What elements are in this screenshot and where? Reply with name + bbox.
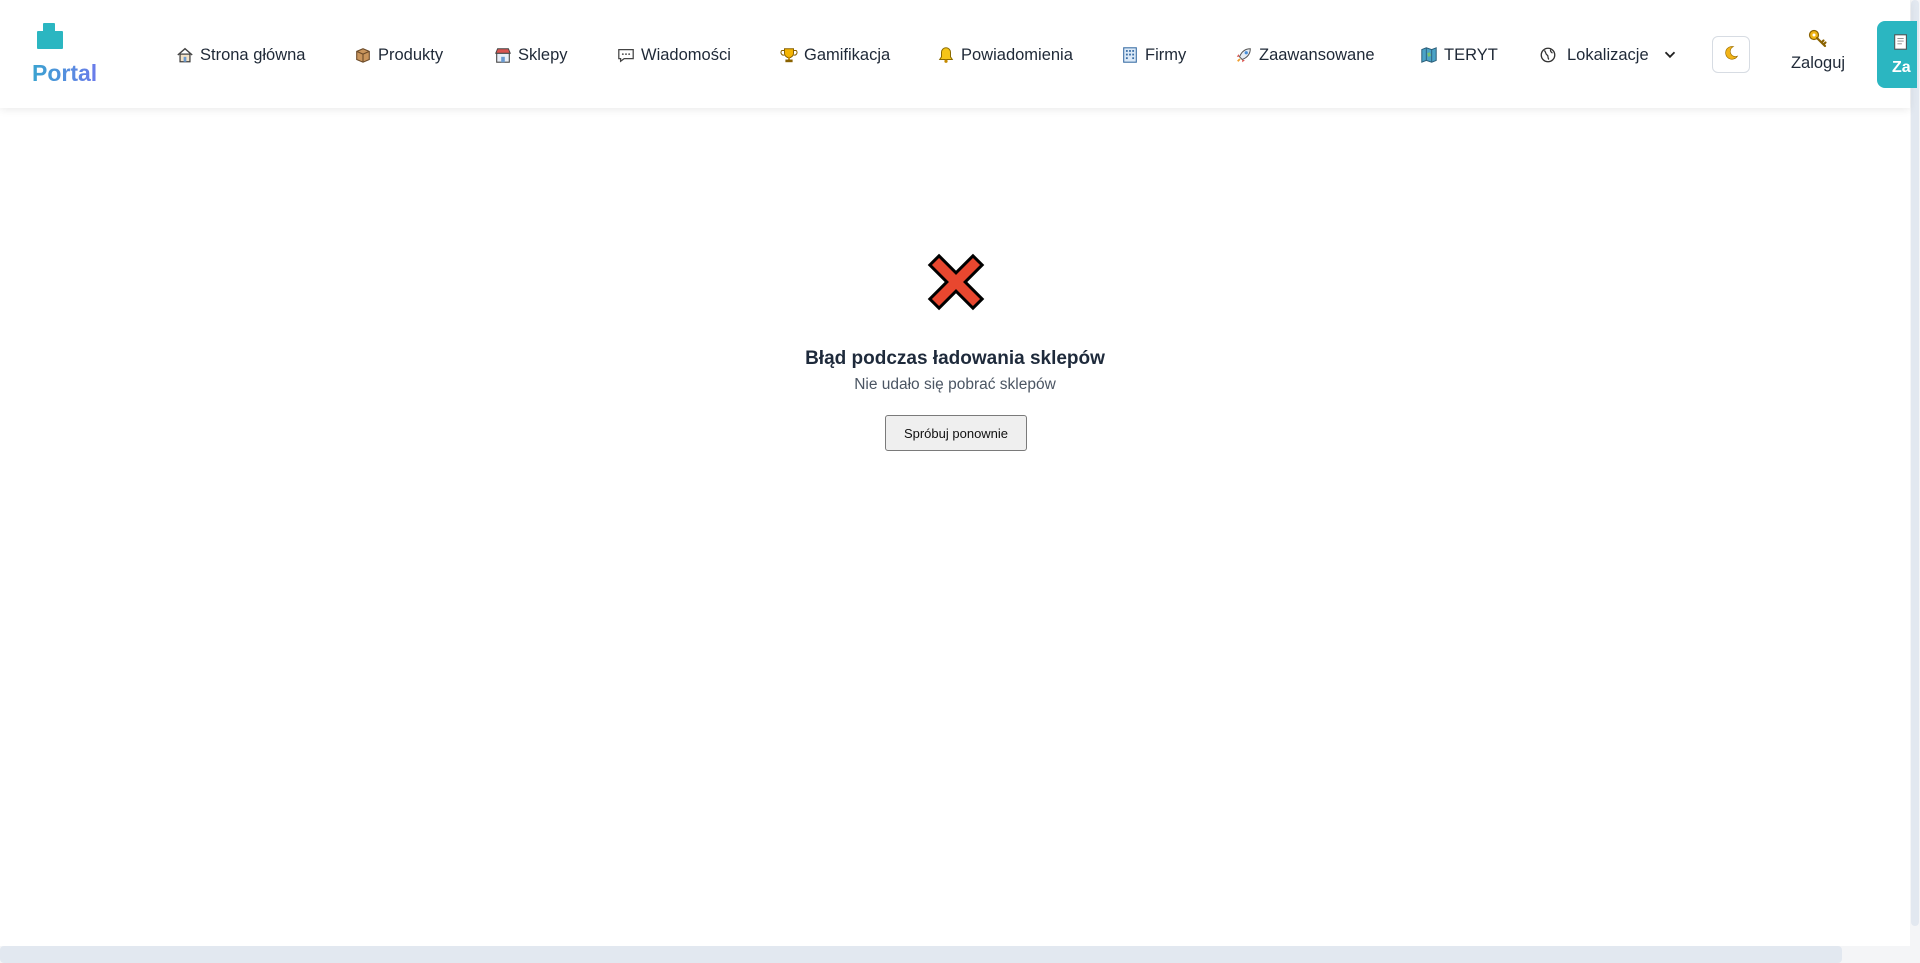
- vertical-scrollbar-thumb[interactable]: [1911, 0, 1919, 926]
- bell-icon: [937, 46, 955, 64]
- nav-item-advanced[interactable]: Zaawansowane: [1235, 42, 1375, 68]
- brand-name: Portal: [32, 60, 98, 86]
- logo-mark-icon: [35, 22, 65, 52]
- cross-mark-icon: [920, 246, 992, 318]
- trophy-icon: [780, 46, 798, 64]
- horizontal-scrollbar-thumb[interactable]: [0, 946, 1842, 963]
- nav-item-label: Lokalizacje: [1567, 45, 1649, 64]
- brand-logo[interactable]: Portal: [32, 22, 122, 90]
- nav-item-locations-dropdown[interactable]: Lokalizacje: [1539, 42, 1679, 68]
- nav-item-label: Powiadomienia: [961, 45, 1073, 64]
- nav-item-label: Sklepy: [518, 45, 568, 64]
- nav-item-gamification[interactable]: Gamifikacja: [780, 42, 890, 68]
- chevron-down-icon: [1661, 46, 1679, 64]
- nav-item-label: Produkty: [378, 45, 444, 64]
- nav-item-companies[interactable]: Firmy: [1121, 42, 1186, 68]
- nav-item-label: Zaawansowane: [1259, 45, 1375, 64]
- moon-icon: [1723, 45, 1739, 65]
- rocket-icon: [1235, 46, 1253, 64]
- office-building-icon: [1121, 46, 1139, 64]
- nav-item-home[interactable]: Strona główna: [176, 42, 306, 68]
- login-button[interactable]: Zaloguj: [1786, 28, 1850, 80]
- top-navbar: Portal Strona główna Produkty Sklepy Wia…: [0, 0, 1917, 108]
- key-icon: [1786, 28, 1850, 50]
- nav-item-stores[interactable]: Sklepy: [494, 42, 568, 68]
- nav-item-products[interactable]: Produkty: [354, 42, 443, 68]
- nav-item-label: TERYT: [1444, 45, 1498, 64]
- error-panel: Błąd podczas ładowania sklepów Nie udało…: [0, 108, 1910, 944]
- nav-item-label: Gamifikacja: [804, 45, 891, 64]
- retry-button[interactable]: Spróbuj ponownie: [885, 415, 1027, 451]
- register-label: Za: [1892, 59, 1911, 76]
- theme-toggle-button[interactable]: [1712, 36, 1750, 73]
- login-label: Zaloguj: [1790, 54, 1846, 72]
- error-message: Nie udało się pobrać sklepów: [854, 376, 1056, 393]
- nav-item-notifications[interactable]: Powiadomienia: [937, 42, 1073, 68]
- house-icon: [176, 46, 194, 64]
- memo-icon: [1892, 33, 1910, 51]
- register-button[interactable]: Za: [1877, 21, 1917, 88]
- nav-item-label: Firmy: [1145, 45, 1187, 64]
- speech-bubble-icon: [617, 46, 635, 64]
- package-icon: [354, 46, 372, 64]
- map-icon: [1420, 46, 1438, 64]
- store-icon: [494, 46, 512, 64]
- error-title: Błąd podczas ładowania sklepów: [805, 348, 1105, 369]
- nav-item-label: Strona główna: [200, 45, 306, 64]
- nav-item-label: Wiadomości: [641, 45, 731, 64]
- nav-item-messages[interactable]: Wiadomości: [617, 42, 731, 68]
- globe-icon: [1539, 46, 1557, 64]
- nav-item-teryt[interactable]: TERYT: [1420, 42, 1498, 68]
